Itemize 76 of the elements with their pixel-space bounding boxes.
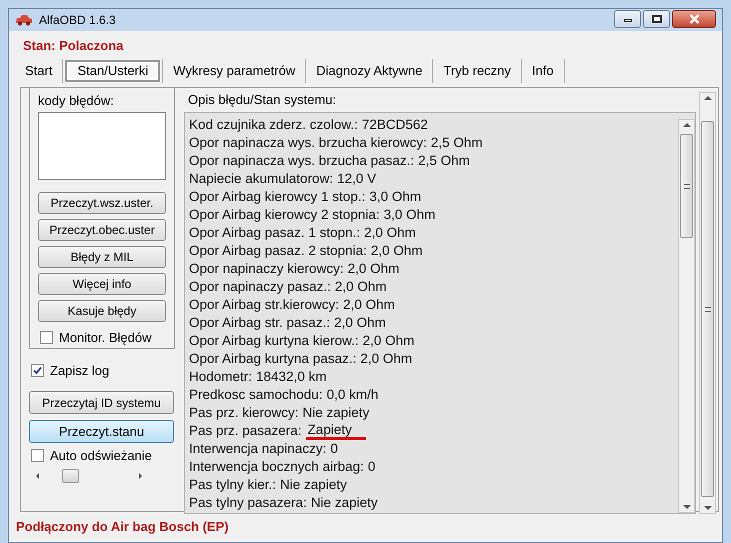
status-value: 3,0 Ohm <box>369 188 422 206</box>
status-label: Opor Airbag str. pasaz.: <box>189 314 330 332</box>
tab[interactable]: Start <box>15 60 62 82</box>
window-title: AlfaOBD 1.6.3 <box>39 12 116 29</box>
status-value: 0 <box>330 440 338 458</box>
checkbox[interactable] <box>31 364 44 377</box>
status-label: Hodometr: <box>189 368 252 386</box>
close-button[interactable] <box>672 10 716 28</box>
action-button[interactable]: Kasuje błędy <box>38 300 166 322</box>
vertical-scrollbar[interactable] <box>678 119 695 513</box>
status-value: Nie zapiety <box>310 494 378 512</box>
tab[interactable]: Wykresy parametrów <box>163 60 306 82</box>
maximize-button[interactable] <box>643 10 670 28</box>
status-value: 2,0 Ohm <box>343 296 395 314</box>
checkbox-label: Auto odświeżanie <box>50 447 152 465</box>
status-value: 3,0 Ohm <box>384 206 436 224</box>
status-value: Nie zapiety <box>280 476 347 494</box>
status-value: 2,0 Ohm <box>348 260 400 278</box>
action-button[interactable]: Więcej info <box>38 273 166 295</box>
tab[interactable]: Diagnozy Aktywne <box>306 60 432 82</box>
tab[interactable]: Stan/Usterki <box>65 60 160 82</box>
car-icon <box>15 14 33 26</box>
action-button[interactable]: Przeczyt.wsz.uster. <box>38 192 166 214</box>
status-value: 2,0 Ohm <box>334 314 386 332</box>
status-label: Pas prz. pasazera: <box>189 422 302 440</box>
status-label: Opor Airbag kurtyna pasaz.: <box>189 350 356 368</box>
status-label: Interwencja napinaczy: <box>189 440 326 458</box>
action-button[interactable]: Przeczyt.obec.uster <box>38 219 166 241</box>
status-label: Opor Airbag kierowcy 1 stop.: <box>189 188 366 206</box>
status-message: Podłączony do Air bag Bosch (EP) <box>16 518 229 536</box>
read-id-button[interactable]: Przeczytaj ID systemu <box>29 391 174 414</box>
status-value: 18432,0 km <box>256 368 327 386</box>
status-label: Opor napinaczy pasaz.: <box>189 278 331 296</box>
status-value: 2,0 Ohm <box>360 350 412 368</box>
status-label: Predkosc samochodu: <box>189 386 323 404</box>
status-label: Opor Airbag kierowcy 2 stopnia: <box>189 206 380 224</box>
status-value: 2,0 Ohm <box>362 332 414 350</box>
tab[interactable]: Info <box>522 60 564 82</box>
tab[interactable]: Tryb reczny <box>433 60 521 82</box>
status-value: 2,5 Ohm <box>430 134 483 152</box>
status-label: Opor napinacza wys. brzucha pasaz.: <box>189 152 414 170</box>
vertical-scrollbar[interactable] <box>699 92 716 514</box>
status-value: Zapiety <box>306 422 366 440</box>
status-value: 2,0 Ohm <box>370 242 423 260</box>
status-value: 2,0 Ohm <box>364 224 416 242</box>
status-label: Opor Airbag pasaz. 2 stopnia: <box>189 242 367 260</box>
checkbox[interactable] <box>40 331 53 344</box>
status-label: Pas prz. kierowcy: <box>189 404 299 422</box>
panel-title: Opis błędu/Stan systemu: <box>188 90 336 109</box>
checkbox-label: Zapisz log <box>50 362 110 380</box>
status-label: Opor Airbag kurtyna kierow.: <box>189 332 359 350</box>
connection-state: Stan: Polaczona <box>23 37 124 55</box>
status-label: Napiecie akumulatorow: <box>189 170 334 188</box>
checkbox[interactable] <box>31 449 44 462</box>
status-value: Nie zapiety <box>302 404 370 422</box>
status-label: Kod czujnika zderz. czolow.: <box>189 116 358 134</box>
close-icon <box>688 14 700 24</box>
group-label: kody błędów: <box>38 92 114 110</box>
status-value: 0,0 km/h <box>326 386 378 404</box>
status-label: Opor napinacza wys. brzucha kierowcy: <box>189 134 427 152</box>
status-label: Pas tylny pasazera: <box>189 494 307 512</box>
status-value: 12,0 V <box>337 170 376 188</box>
read-state-button[interactable]: Przeczyt.stanu <box>29 420 174 443</box>
checkbox-label: Monitor. Błędów <box>59 329 152 347</box>
status-value: 0 <box>368 458 376 476</box>
status-label: Pas tylny kier.: <box>189 476 276 494</box>
action-button[interactable]: Błędy z MIL <box>38 246 166 268</box>
fault-code-list[interactable] <box>38 112 166 180</box>
minimize-button[interactable] <box>614 10 641 28</box>
status-value: 2,0 Ohm <box>334 278 387 296</box>
status-label: Interwencja bocznych airbag: <box>189 458 364 476</box>
status-value: 72BCD562 <box>362 116 428 134</box>
status-value: 2,5 Ohm <box>418 152 470 170</box>
status-label: Opor Airbag pasaz. 1 stopn.: <box>189 224 360 242</box>
status-label: Opor Airbag str.kierowcy: <box>189 296 340 314</box>
status-label: Opor napinaczy kierowcy: <box>189 260 344 278</box>
